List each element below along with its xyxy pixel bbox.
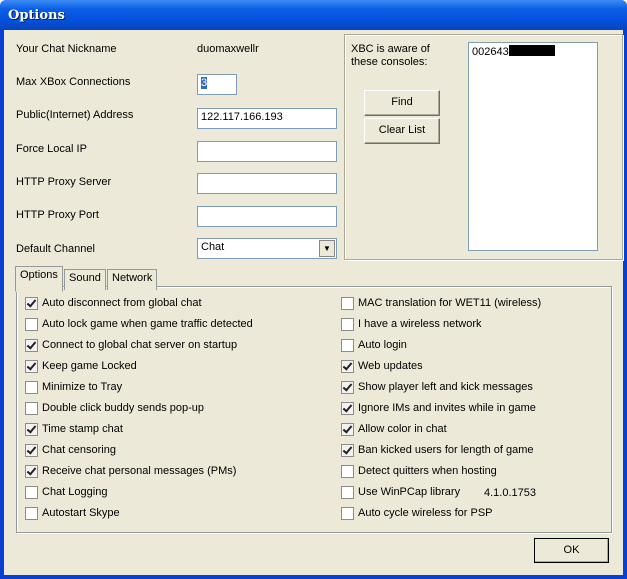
checkbox[interactable]	[25, 297, 38, 310]
proxy-port-input[interactable]	[197, 206, 337, 227]
checkbox[interactable]	[341, 486, 354, 499]
ok-button[interactable]: OK	[534, 538, 609, 563]
title-bar[interactable]: Options	[0, 0, 627, 30]
checkbox[interactable]	[341, 360, 354, 373]
tab-sound[interactable]: Sound	[64, 269, 106, 290]
checkbox-label[interactable]: Connect to global chat server on startup	[42, 339, 237, 351]
checkbox[interactable]	[25, 381, 38, 394]
consoles-label: XBC is aware of these consoles:	[351, 43, 430, 68]
checkbox[interactable]	[25, 360, 38, 373]
checkbox[interactable]	[341, 381, 354, 394]
default-channel-select[interactable]: Chat ▼	[197, 238, 337, 259]
consoles-list[interactable]: 002643	[468, 42, 598, 251]
checkbox[interactable]	[25, 486, 38, 499]
checkbox-label[interactable]: Auto cycle wireless for PSP	[358, 507, 493, 519]
checkbox[interactable]	[25, 507, 38, 520]
tab-network[interactable]: Network	[107, 269, 158, 290]
checkbox[interactable]	[341, 339, 354, 352]
max-connections-input[interactable]: 3	[197, 74, 237, 95]
checkbox[interactable]	[25, 444, 38, 457]
checkbox-label[interactable]: Allow color in chat	[358, 423, 447, 435]
nickname-label: Your Chat Nickname	[16, 43, 117, 55]
proxy-server-input[interactable]	[197, 173, 337, 194]
max-connections-label: Max XBox Connections	[16, 76, 131, 88]
checkbox[interactable]	[341, 423, 354, 436]
checkbox-label[interactable]: Ignore IMs and invites while in game	[358, 402, 536, 414]
checkbox[interactable]	[25, 339, 38, 352]
find-button[interactable]: Find	[364, 90, 440, 116]
public-address-input[interactable]: 122.117.166.193	[197, 108, 337, 129]
default-channel-value: Chat	[201, 241, 225, 253]
checkbox-label[interactable]: Keep game Locked	[42, 360, 137, 372]
checkbox-label[interactable]: Minimize to Tray	[42, 381, 122, 393]
checkbox-label[interactable]: Double click buddy sends pop-up	[42, 402, 204, 414]
window-title: Options	[8, 8, 65, 23]
checkbox[interactable]	[25, 465, 38, 478]
redacted-block	[508, 45, 555, 56]
tab-options[interactable]: Options	[15, 266, 63, 292]
checkbox-label[interactable]: Chat Logging	[42, 486, 107, 498]
options-window: Options Your Chat Nickname duomaxwellr M…	[0, 0, 627, 579]
proxy-port-label: HTTP Proxy Port	[16, 209, 99, 221]
public-address-label: Public(Internet) Address	[16, 109, 134, 121]
checkbox[interactable]	[341, 465, 354, 478]
force-local-ip-input[interactable]	[197, 141, 337, 162]
checkbox-label[interactable]: Ban kicked users for length of game	[358, 444, 533, 456]
checkbox-label[interactable]: MAC translation for WET11 (wireless)	[358, 297, 541, 309]
proxy-server-label: HTTP Proxy Server	[16, 176, 112, 188]
checkbox[interactable]	[25, 318, 38, 331]
checkbox-label[interactable]: Auto disconnect from global chat	[42, 297, 202, 309]
checkbox-label[interactable]: Receive chat personal messages (PMs)	[42, 465, 236, 477]
checkbox[interactable]	[341, 402, 354, 415]
checkbox-label[interactable]: Autostart Skype	[42, 507, 120, 519]
checkbox-label[interactable]: Auto lock game when game traffic detecte…	[42, 318, 253, 330]
checkbox[interactable]	[25, 423, 38, 436]
checkbox[interactable]	[341, 297, 354, 310]
clear-list-button[interactable]: Clear List	[364, 118, 440, 144]
checkbox-label[interactable]: Auto login	[358, 339, 407, 351]
console-item[interactable]: 002643	[472, 45, 555, 58]
max-connections-value: 3	[201, 77, 208, 89]
checkbox-label[interactable]: Use WinPCap library	[358, 486, 460, 498]
checkbox-label[interactable]: Time stamp chat	[42, 423, 123, 435]
checkbox-label[interactable]: I have a wireless network	[358, 318, 482, 330]
checkbox[interactable]	[341, 318, 354, 331]
chevron-down-icon[interactable]: ▼	[319, 240, 335, 257]
checkbox-label[interactable]: Detect quitters when hosting	[358, 465, 497, 477]
checkbox-label[interactable]: Web updates	[358, 360, 423, 372]
force-local-ip-label: Force Local IP	[16, 143, 87, 155]
checkbox[interactable]	[341, 444, 354, 457]
default-channel-label: Default Channel	[16, 243, 95, 255]
checkbox[interactable]	[25, 402, 38, 415]
version-label: 4.1.0.1753	[484, 487, 536, 499]
checkbox-label[interactable]: Chat censoring	[42, 444, 116, 456]
checkbox-label[interactable]: Show player left and kick messages	[358, 381, 533, 393]
checkbox[interactable]	[341, 507, 354, 520]
nickname-value: duomaxwellr	[197, 43, 259, 55]
